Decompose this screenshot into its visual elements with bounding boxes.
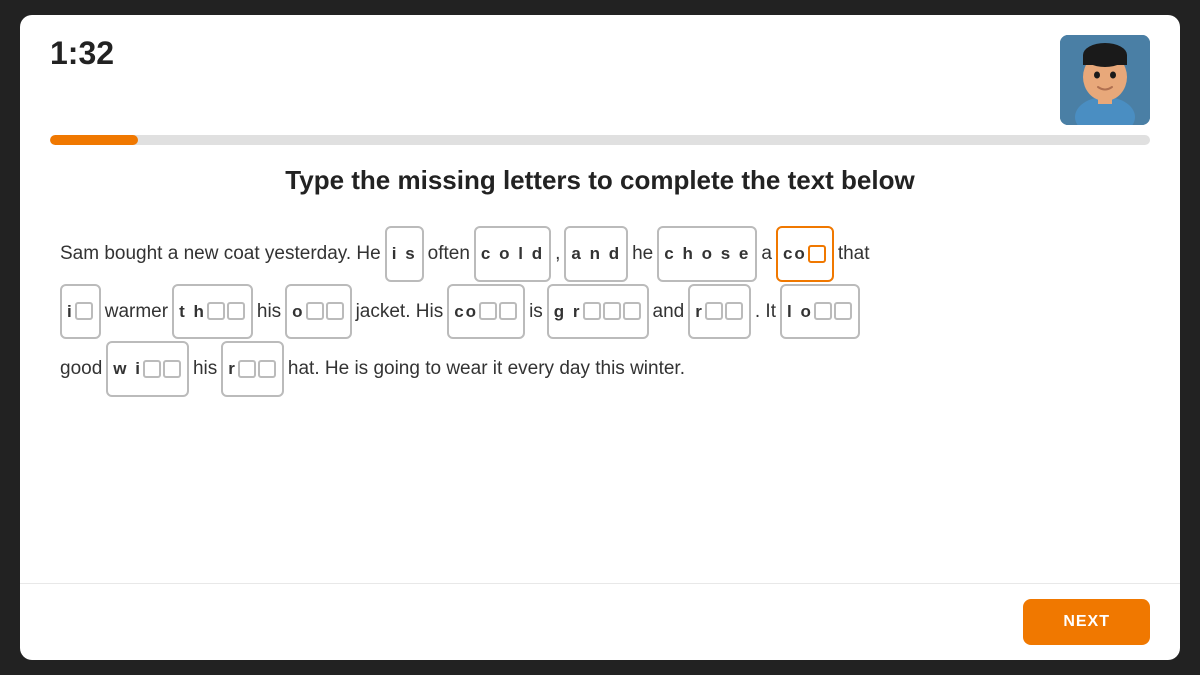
avatar — [1060, 35, 1150, 125]
word-box-o-blank[interactable]: o — [285, 284, 351, 340]
progress-bar-fill — [50, 135, 138, 145]
blank-input[interactable] — [207, 302, 225, 320]
blank-input[interactable] — [143, 360, 161, 378]
blank-input[interactable] — [163, 360, 181, 378]
blank-input[interactable] — [583, 302, 601, 320]
text-line-3: good w i his r hat. He is going to wear — [60, 341, 1140, 397]
text-line-2: i warmer t h his o — [60, 284, 1140, 340]
text-jacket: jacket. His — [356, 285, 444, 338]
blank-input[interactable] — [725, 302, 743, 320]
word-box-r-blank[interactable]: r — [688, 284, 751, 340]
header: 1:32 — [20, 15, 1180, 125]
text-intro: Sam bought a new coat yesterday. He — [60, 227, 381, 280]
word-box-cold[interactable]: c o l d — [474, 226, 551, 282]
blank-input[interactable] — [479, 302, 497, 320]
word-box-co-blank[interactable]: c o — [776, 226, 834, 282]
blank-input[interactable] — [499, 302, 517, 320]
blank-input[interactable] — [623, 302, 641, 320]
blank-input[interactable] — [326, 302, 344, 320]
text-good: good — [60, 342, 102, 395]
word-box-wi-blank[interactable]: w i — [106, 341, 189, 397]
instruction: Type the missing letters to complete the… — [60, 165, 1140, 196]
word-box-and[interactable]: a n d — [564, 226, 628, 282]
word-box-th-blank[interactable]: t h — [172, 284, 253, 340]
text-his3: his — [193, 342, 217, 395]
blank-input[interactable] — [258, 360, 276, 378]
word-box-is[interactable]: i s — [385, 226, 424, 282]
blank-input[interactable] — [603, 302, 621, 320]
text-often: often — [428, 227, 470, 280]
text-line-1: Sam bought a new coat yesterday. He i s … — [60, 226, 1140, 282]
text-that: that — [838, 227, 870, 280]
next-button[interactable]: NEXT — [1023, 599, 1150, 645]
main-content: Type the missing letters to complete the… — [20, 145, 1180, 583]
text-his1: his — [257, 285, 281, 338]
app-container: 1:32 — [20, 15, 1180, 660]
text-and2: and — [653, 285, 685, 338]
text-comma: , — [555, 227, 560, 280]
blank-input[interactable] — [306, 302, 324, 320]
word-box-lo-blank[interactable]: l o — [780, 284, 860, 340]
blank-input[interactable] — [808, 245, 826, 263]
text-it: . It — [755, 285, 776, 338]
text-area: Sam bought a new coat yesterday. He i s … — [60, 226, 1140, 397]
word-box-i-blank[interactable]: i — [60, 284, 101, 340]
text-hat-rest: hat. He is going to wear it every day th… — [288, 342, 685, 395]
timer: 1:32 — [50, 35, 114, 72]
blank-input[interactable] — [814, 302, 832, 320]
blank-input[interactable] — [238, 360, 256, 378]
word-box-co2-blank[interactable]: c o — [447, 284, 525, 340]
progress-bar-container — [50, 135, 1150, 145]
text-is: is — [529, 285, 543, 338]
footer: NEXT — [20, 583, 1180, 660]
word-box-r2-blank[interactable]: r — [221, 341, 284, 397]
word-box-chose[interactable]: c h o s e — [657, 226, 757, 282]
text-he: he — [632, 227, 653, 280]
blank-input[interactable] — [227, 302, 245, 320]
blank-input[interactable] — [834, 302, 852, 320]
word-box-gr-blank[interactable]: g r — [547, 284, 649, 340]
blank-input[interactable] — [705, 302, 723, 320]
text-warmer: warmer — [105, 285, 168, 338]
blank-input[interactable] — [75, 302, 93, 320]
text-a: a — [761, 227, 772, 280]
